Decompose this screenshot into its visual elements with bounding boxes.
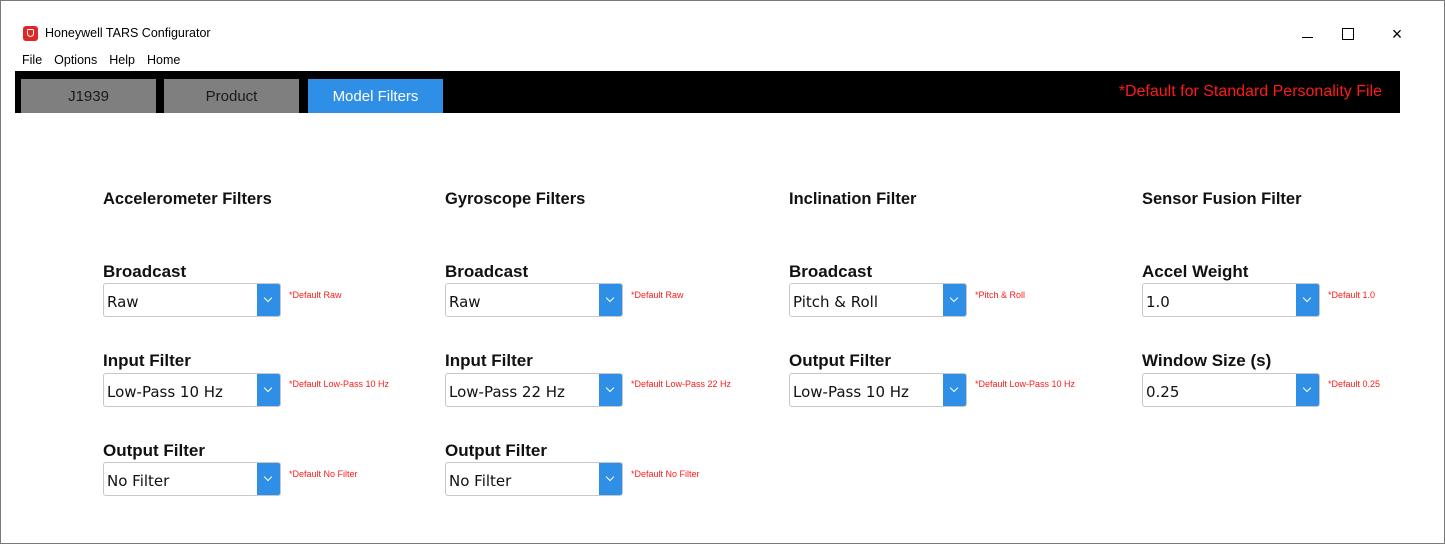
chevron-down-icon[interactable]: [943, 374, 966, 406]
gyro-input-filter-hint: *Default Low-Pass 22 Hz: [631, 379, 732, 389]
minimize-icon: [1301, 36, 1313, 38]
accelerometer-filters-title: Accelerometer Filters: [103, 190, 272, 208]
chevron-down-icon[interactable]: [257, 463, 280, 495]
gyro-output-filter-value: No Filter: [449, 472, 512, 490]
window-size-select[interactable]: 0.25: [1142, 373, 1320, 407]
accel-weight-select[interactable]: 1.0: [1142, 283, 1320, 317]
gyro-output-filter-hint: *Default No Filter: [631, 469, 700, 479]
chevron-down-icon[interactable]: [943, 284, 966, 316]
tab-j1939[interactable]: J1939: [21, 79, 156, 113]
incl-output-filter-value: Low-Pass 10 Hz: [793, 383, 909, 401]
accel-input-filter-hint: *Default Low-Pass 10 Hz: [289, 379, 390, 389]
gyro-input-filter-label: Input Filter: [445, 351, 533, 370]
app-window: Honeywell TARS Configurator × File Optio…: [0, 0, 1445, 544]
gyro-broadcast-hint: *Default Raw: [631, 290, 684, 300]
accel-broadcast-hint: *Default Raw: [289, 290, 342, 300]
inclination-filter-title: Inclination Filter: [789, 190, 917, 208]
menu-home[interactable]: Home: [141, 53, 186, 70]
accel-weight-label: Accel Weight: [1142, 262, 1249, 281]
gyro-broadcast-select[interactable]: Raw: [445, 283, 623, 317]
tab-bar: J1939 Product Model Filters *Default for…: [15, 71, 1400, 113]
accel-weight-value: 1.0: [1146, 293, 1170, 311]
accel-output-filter-value: No Filter: [107, 472, 170, 490]
accel-broadcast-select[interactable]: Raw: [103, 283, 281, 317]
incl-broadcast-hint: *Pitch & Roll: [975, 290, 1026, 300]
chevron-down-icon[interactable]: [257, 284, 280, 316]
sensor-fusion-filter-title: Sensor Fusion Filter: [1142, 190, 1302, 208]
maximize-icon: [1342, 28, 1354, 40]
close-icon: ×: [1391, 24, 1403, 44]
incl-output-filter-select[interactable]: Low-Pass 10 Hz: [789, 373, 967, 407]
minimize-button[interactable]: [1284, 19, 1330, 49]
title-bar: Honeywell TARS Configurator ×: [1, 1, 1444, 51]
incl-broadcast-select[interactable]: Pitch & Roll: [789, 283, 967, 317]
chevron-down-icon[interactable]: [1296, 374, 1319, 406]
window-size-value: 0.25: [1146, 383, 1180, 401]
chevron-down-icon[interactable]: [599, 463, 622, 495]
gyro-output-filter-select[interactable]: No Filter: [445, 462, 623, 496]
gyroscope-filters-title: Gyroscope Filters: [445, 190, 586, 208]
window-size-hint: *Default 0.25: [1328, 379, 1381, 389]
menu-options[interactable]: Options: [48, 53, 103, 70]
honeywell-shield-icon: [23, 26, 38, 41]
accel-input-filter-value: Low-Pass 10 Hz: [107, 383, 223, 401]
tab-product[interactable]: Product: [164, 79, 299, 113]
gyro-broadcast-value: Raw: [449, 293, 481, 311]
tab-model-filters[interactable]: Model Filters: [308, 79, 443, 113]
chevron-down-icon[interactable]: [599, 284, 622, 316]
close-button[interactable]: ×: [1374, 19, 1420, 49]
menu-bar: File Options Help Home: [1, 53, 186, 70]
incl-output-filter-hint: *Default Low-Pass 10 Hz: [975, 379, 1076, 389]
accel-output-filter-select[interactable]: No Filter: [103, 462, 281, 496]
window-title: Honeywell TARS Configurator: [45, 26, 211, 40]
accel-output-filter-label: Output Filter: [103, 441, 205, 460]
gyro-output-filter-label: Output Filter: [445, 441, 547, 460]
accel-weight-hint: *Default 1.0: [1328, 290, 1376, 300]
menu-file[interactable]: File: [1, 53, 48, 70]
menu-help[interactable]: Help: [103, 53, 141, 70]
chevron-down-icon[interactable]: [599, 374, 622, 406]
window-size-label: Window Size (s): [1142, 351, 1272, 370]
gyro-input-filter-select[interactable]: Low-Pass 22 Hz: [445, 373, 623, 407]
chevron-down-icon[interactable]: [1296, 284, 1319, 316]
accel-input-filter-select[interactable]: Low-Pass 10 Hz: [103, 373, 281, 407]
incl-broadcast-label: Broadcast: [789, 262, 873, 281]
accel-broadcast-label: Broadcast: [103, 262, 187, 281]
incl-broadcast-value: Pitch & Roll: [793, 293, 879, 311]
incl-output-filter-label: Output Filter: [789, 351, 891, 370]
chevron-down-icon[interactable]: [257, 374, 280, 406]
accel-input-filter-label: Input Filter: [103, 351, 191, 370]
accel-broadcast-value: Raw: [107, 293, 139, 311]
default-notice: *Default for Standard Personality File: [1118, 83, 1382, 100]
gyro-broadcast-label: Broadcast: [445, 262, 529, 281]
gyro-input-filter-value: Low-Pass 22 Hz: [449, 383, 565, 401]
maximize-button[interactable]: [1325, 19, 1371, 49]
accel-output-filter-hint: *Default No Filter: [289, 469, 358, 479]
